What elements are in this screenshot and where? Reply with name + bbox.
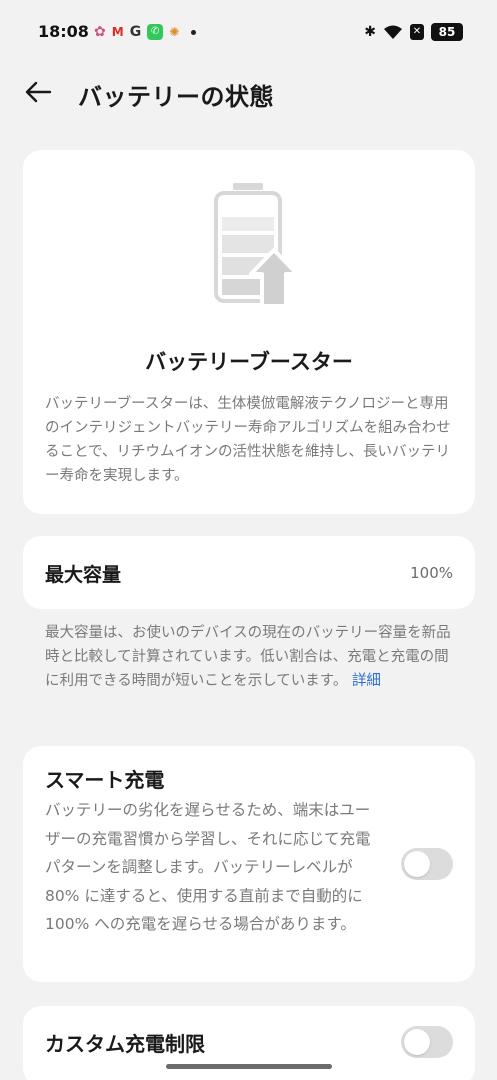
more-notifications-icon xyxy=(191,29,197,35)
max-capacity-note: 最大容量は、お使いのデバイスの現在のバッテリー容量を新品時と比較して計算されてい… xyxy=(45,621,455,693)
gmail-icon: M xyxy=(111,25,124,39)
battery-status-screen: 18:08 ✿ M G ✆ ✺ ✱ ✕ 85 バッテリーの状態 バッテリーブース… xyxy=(0,0,497,1080)
smart-charging-title: スマート充電 xyxy=(45,768,165,792)
status-bar: 18:08 ✿ M G ✆ ✺ ✱ ✕ 85 xyxy=(0,0,497,64)
booster-title: バッテリーブースター xyxy=(145,350,353,374)
battery-booster-card: バッテリーブースター バッテリーブースターは、生体模倣電解液テクノロジーと専用の… xyxy=(23,150,475,514)
toggle-knob xyxy=(404,851,430,877)
wifi-icon xyxy=(384,25,402,39)
flower-icon: ✿ xyxy=(94,24,106,40)
bluetooth-icon: ✱ xyxy=(364,24,376,40)
max-capacity-note-text: 最大容量は、お使いのデバイスの現在のバッテリー容量を新品時と比較して計算されてい… xyxy=(45,625,451,689)
status-time: 18:08 xyxy=(38,22,89,41)
details-link[interactable]: 詳細 xyxy=(352,673,381,689)
smart-charging-card[interactable]: スマート充電 バッテリーの劣化を遅らせるため、端末はユーザーの充電習慣から学習し… xyxy=(23,746,475,982)
app-header: バッテリーの状態 xyxy=(0,64,497,120)
google-icon: G xyxy=(129,24,142,40)
max-capacity-label: 最大容量 xyxy=(45,564,122,586)
max-capacity-value: 100% xyxy=(410,564,453,582)
chat-icon: ✺ xyxy=(169,25,180,39)
no-sim-icon: ✕ xyxy=(410,24,424,40)
phone-icon: ✆ xyxy=(147,24,164,40)
smart-charging-toggle[interactable] xyxy=(401,848,453,880)
toggle-knob xyxy=(404,1029,430,1055)
booster-description: バッテリーブースターは、生体模倣電解液テクノロジーと専用のインテリジェントバッテ… xyxy=(45,396,451,484)
max-capacity-row: 最大容量 100% xyxy=(23,536,475,609)
home-indicator[interactable] xyxy=(166,1064,332,1069)
battery-indicator: 85 xyxy=(431,23,463,41)
page-title: バッテリーの状態 xyxy=(78,83,274,111)
battery-boost-icon xyxy=(214,183,299,308)
smart-charging-description: バッテリーの劣化を遅らせるため、端末はユーザーの充電習慣から学習し、それに応じて… xyxy=(45,801,371,933)
custom-charge-limit-toggle[interactable] xyxy=(401,1026,453,1058)
back-arrow-icon[interactable] xyxy=(22,76,54,108)
notification-icons: ✿ M G ✆ ✺ xyxy=(94,22,197,42)
system-icons: ✱ ✕ 85 xyxy=(364,21,463,43)
custom-charge-limit-title: カスタム充電制限 xyxy=(45,1032,205,1056)
